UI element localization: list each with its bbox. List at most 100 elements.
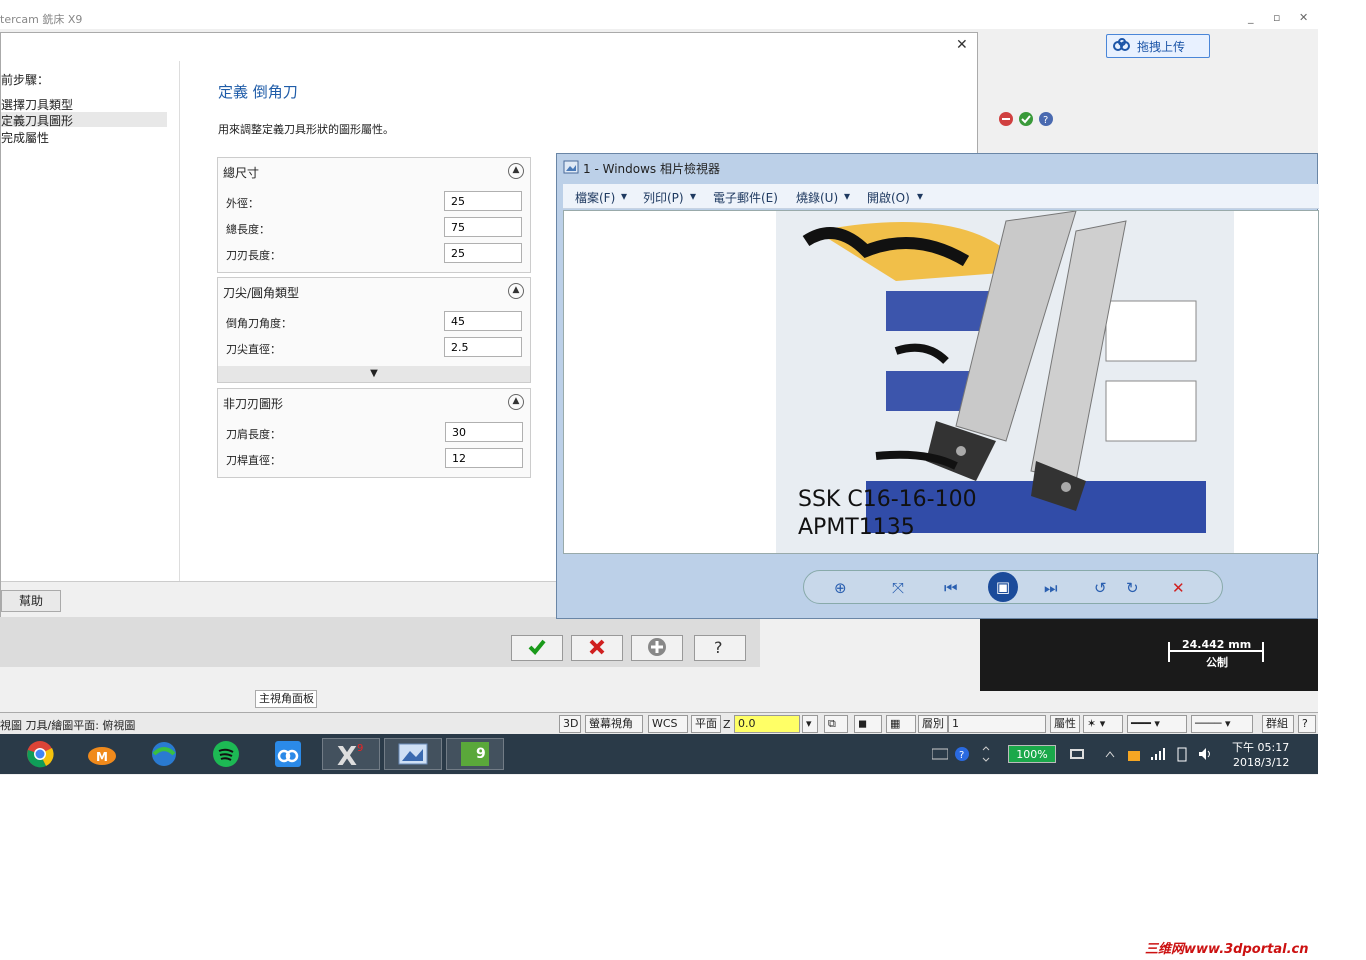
app-title: tercam 銑床 X9 bbox=[0, 13, 83, 26]
clock-date[interactable]: 2018/3/12 bbox=[1233, 756, 1289, 769]
next-icon[interactable]: ⏭ bbox=[1044, 579, 1058, 597]
attributes-button[interactable]: 屬性 bbox=[1050, 715, 1080, 733]
field-label: 倒角刀角度： bbox=[226, 317, 292, 330]
status-text: 視圖 刀具/繪圖平面: 俯視圖 bbox=[0, 719, 136, 732]
step-define-shape[interactable]: 定義刀具圖形 bbox=[1, 112, 167, 128]
menu-burn[interactable]: 燒錄(U) bbox=[796, 189, 838, 206]
svg-text:9: 9 bbox=[357, 743, 363, 754]
plane-button[interactable]: 平面 bbox=[691, 715, 721, 733]
tray-arrow-icon[interactable] bbox=[970, 738, 1002, 770]
photo-text-model: SSK C16-16-100 bbox=[798, 487, 977, 512]
close-app-button[interactable]: ✕ bbox=[1299, 11, 1308, 24]
slideshow-icon[interactable]: ▣ bbox=[988, 572, 1018, 602]
upload-button[interactable]: 拖拽上传 bbox=[1106, 34, 1210, 58]
help-icon[interactable]: ? bbox=[1038, 111, 1054, 130]
shank-diameter-input[interactable] bbox=[445, 448, 523, 468]
baidu-netdisk-icon[interactable] bbox=[272, 738, 304, 770]
volume-icon[interactable] bbox=[1190, 738, 1222, 770]
apply-button[interactable] bbox=[631, 635, 683, 661]
collapse-up-icon[interactable]: ▲ bbox=[508, 394, 524, 410]
step-finish-properties[interactable]: 完成屬性 bbox=[1, 129, 167, 145]
step-select-type[interactable]: 選擇刀具類型 bbox=[1, 96, 167, 112]
fit-window-icon[interactable]: ⤧ bbox=[892, 579, 904, 597]
screen-view-button[interactable]: 螢幕視角 bbox=[585, 715, 643, 733]
menu-open[interactable]: 開啟(O) bbox=[867, 189, 910, 206]
layer-label: 層別 bbox=[918, 715, 948, 733]
expand-more-button[interactable]: ▼ bbox=[218, 366, 530, 382]
ok-button[interactable] bbox=[511, 635, 563, 661]
chevron-down-icon[interactable]: ▾ bbox=[621, 189, 627, 203]
photo-viewer-taskbar-icon[interactable] bbox=[384, 738, 442, 770]
z-depth-input[interactable]: 0.0 bbox=[734, 715, 800, 733]
dialog-close-button[interactable]: ✕ bbox=[956, 37, 968, 53]
mega-cloud-icon[interactable]: M bbox=[86, 738, 118, 770]
tip-diameter-input[interactable] bbox=[444, 337, 522, 357]
photo-viewer-icon bbox=[563, 160, 579, 177]
checkmark-icon bbox=[527, 638, 547, 659]
line-style-select[interactable]: ━━━ ▾ bbox=[1127, 715, 1187, 733]
tab-main-view-panel[interactable]: 主視角面板 bbox=[255, 690, 317, 708]
outer-diameter-input[interactable] bbox=[444, 191, 522, 211]
page-description: 用來調整定義刀具形狀的圖形屬性。 bbox=[218, 123, 394, 136]
chamfer-angle-input[interactable] bbox=[444, 311, 522, 331]
svg-text:?: ? bbox=[714, 638, 723, 657]
line-width-select[interactable]: ──── ▾ bbox=[1191, 715, 1253, 733]
menu-email[interactable]: 電子郵件(E) bbox=[713, 189, 778, 206]
menu-file[interactable]: 檔案(F) bbox=[575, 189, 615, 206]
field-label: 刀桿直徑： bbox=[226, 454, 281, 467]
z-label: Z bbox=[723, 718, 731, 731]
scale-bar: 24.442 mm 公制 bbox=[1168, 638, 1264, 669]
chevron-down-icon[interactable]: ▾ bbox=[917, 189, 923, 203]
collapse-up-icon[interactable]: ▲ bbox=[508, 283, 524, 299]
battery-indicator[interactable]: 100% bbox=[1008, 745, 1056, 763]
rotate-left-icon[interactable]: ↺ bbox=[1094, 579, 1107, 597]
field-label: 外徑： bbox=[226, 197, 259, 210]
menu-print[interactable]: 列印(P) bbox=[643, 189, 684, 206]
tool-manager-icon[interactable]: 9 bbox=[446, 738, 504, 770]
viewer-canvas[interactable]: SSK C16-16-100 APMT1135 bbox=[563, 210, 1319, 554]
3d-button[interactable]: 3D bbox=[559, 715, 581, 733]
field-label: 刀肩長度： bbox=[226, 428, 281, 441]
previous-icon[interactable]: ⏮ bbox=[944, 579, 958, 597]
fill-color-icon[interactable]: ▦ bbox=[886, 715, 916, 733]
minimize-button[interactable]: _ bbox=[1248, 11, 1254, 24]
rotate-right-icon[interactable]: ↻ bbox=[1126, 579, 1139, 597]
overall-length-input[interactable] bbox=[444, 217, 522, 237]
cutting-length-input[interactable] bbox=[444, 243, 522, 263]
color-cube-icon[interactable]: ◼ bbox=[854, 715, 882, 733]
chrome-icon[interactable] bbox=[24, 738, 56, 770]
clock-time[interactable]: 下午 05:17 bbox=[1232, 739, 1289, 755]
shoulder-length-input[interactable] bbox=[445, 422, 523, 442]
chevron-down-icon[interactable]: ▾ bbox=[690, 189, 696, 203]
app-titlebar: tercam 銑床 X9 _ ▫ ✕ bbox=[0, 7, 1318, 29]
groups-button[interactable]: 群組 bbox=[1262, 715, 1294, 733]
check-icon[interactable] bbox=[1018, 111, 1034, 130]
maximize-button[interactable]: ▫ bbox=[1273, 11, 1280, 24]
wizard-steps: 前步驟： 選擇刀具類型 定義刀具圖形 完成屬性 bbox=[1, 61, 180, 581]
status-help-button[interactable]: ? bbox=[1298, 715, 1316, 733]
help-button[interactable]: 幫助 bbox=[1, 590, 61, 612]
point-style-select[interactable]: ✶ ▾ bbox=[1083, 715, 1123, 733]
mastercam-x9-icon[interactable]: X9 bbox=[322, 738, 380, 770]
chevron-down-icon[interactable]: ▾ bbox=[844, 189, 850, 203]
copy-icon[interactable]: ⧉ bbox=[824, 715, 848, 733]
svg-text:9: 9 bbox=[476, 746, 486, 762]
delete-icon[interactable]: ✕ bbox=[1172, 579, 1185, 597]
layer-select[interactable]: 1 bbox=[948, 715, 1046, 733]
wcs-button[interactable]: WCS bbox=[648, 715, 688, 733]
zoom-icon[interactable]: ⊕ bbox=[834, 579, 847, 597]
group-title: 總尺寸 bbox=[223, 166, 260, 180]
group-title: 刀尖/圓角類型 bbox=[223, 286, 300, 300]
cancel-button[interactable] bbox=[571, 635, 623, 661]
power-plug-icon[interactable] bbox=[1062, 738, 1094, 770]
z-dropdown-icon[interactable]: ▾ bbox=[802, 715, 818, 733]
spotify-icon[interactable] bbox=[210, 738, 242, 770]
help-question-button[interactable]: ? bbox=[694, 635, 746, 661]
internet-download-manager-icon[interactable] bbox=[148, 738, 180, 770]
stop-icon[interactable] bbox=[998, 111, 1014, 130]
status-bar: 視圖 刀具/繪圖平面: 俯視圖 3D 螢幕視角 WCS 平面 Z 0.0 ▾ ⧉… bbox=[0, 712, 1318, 735]
group-non-cutting-shape: 非刀刃圖形 ▲ 刀肩長度： 刀桿直徑： bbox=[217, 388, 531, 478]
upload-label: 拖拽上传 bbox=[1137, 39, 1186, 54]
collapse-up-icon[interactable]: ▲ bbox=[508, 163, 524, 179]
field-label: 刀刃長度： bbox=[226, 249, 281, 262]
